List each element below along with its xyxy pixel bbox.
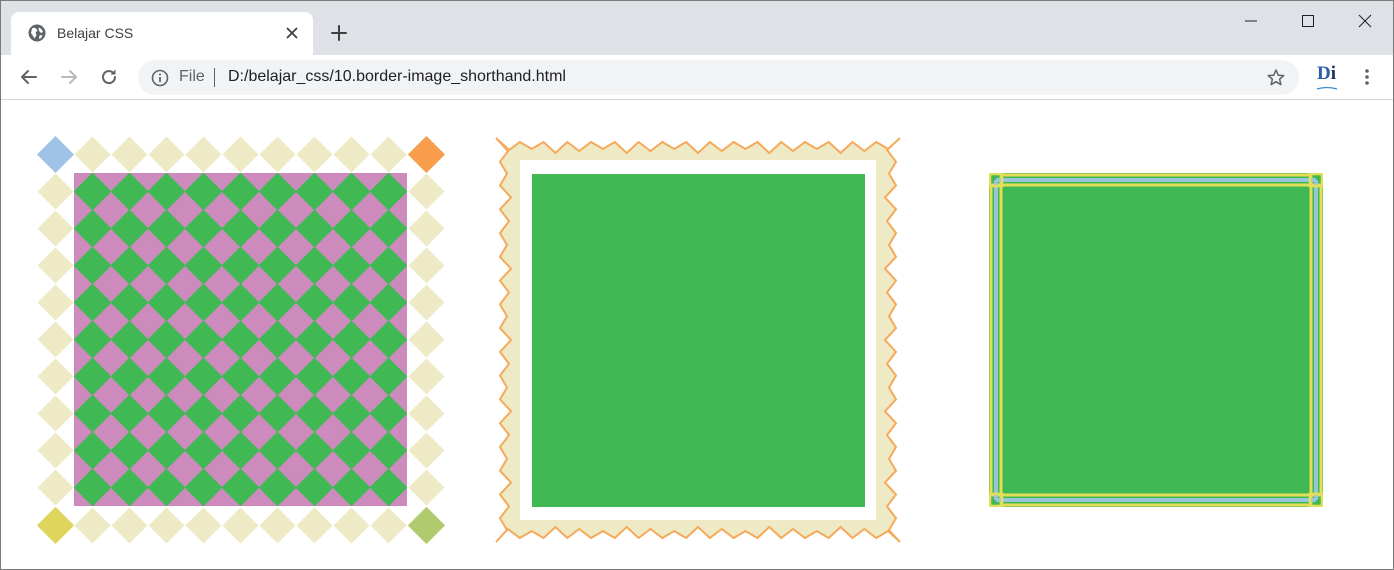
omnibox-divider	[214, 68, 215, 87]
cream-diamond	[333, 507, 370, 544]
browser-tab-active[interactable]: Belajar CSS	[11, 12, 313, 55]
cream-diamond	[111, 507, 148, 544]
cream-diamond	[74, 136, 111, 173]
cream-diamond	[296, 507, 333, 544]
tab-title: Belajar CSS	[57, 25, 134, 41]
scheme-label: File	[179, 68, 205, 85]
cream-diamond	[408, 210, 445, 247]
cream-diamond	[222, 507, 259, 544]
cream-diamond	[408, 358, 445, 395]
close-icon[interactable]	[284, 25, 300, 41]
globe-icon	[28, 24, 46, 42]
cream-diamond	[37, 173, 74, 210]
cream-diamond	[259, 136, 296, 173]
corner-diamond-bottom-right	[408, 507, 445, 544]
cream-diamond	[408, 284, 445, 321]
corner-diamond-top-left	[37, 136, 74, 173]
new-tab-button[interactable]	[328, 22, 350, 44]
cream-diamond	[148, 507, 185, 544]
cream-diamond	[408, 321, 445, 358]
cream-diamond	[148, 136, 185, 173]
browser-toolbar: File D:/belajar_css/10.border-image_shor…	[1, 55, 1393, 100]
border-image-stamp-box	[495, 137, 901, 543]
cream-diamond	[111, 136, 148, 173]
cream-diamond	[259, 507, 296, 544]
extension-underline-icon	[1316, 86, 1338, 90]
cream-diamond	[333, 136, 370, 173]
cream-diamond	[408, 395, 445, 432]
arrow-right-icon[interactable]	[58, 66, 80, 88]
border-image-diamond-box	[37, 136, 445, 544]
border-image-frame-box	[989, 173, 1323, 507]
cream-diamond	[408, 432, 445, 469]
cream-diamond	[296, 136, 333, 173]
cream-diamond	[370, 507, 407, 544]
content-fill	[74, 173, 407, 506]
reload-icon[interactable]	[98, 66, 120, 88]
cream-diamond	[408, 247, 445, 284]
cream-diamond	[37, 469, 74, 506]
content-fill	[989, 173, 1323, 507]
corner-diamond-bottom-left	[37, 507, 74, 544]
tab-strip: Belajar CSS	[1, 1, 1393, 55]
info-icon[interactable]	[151, 69, 169, 87]
cream-diamond	[37, 284, 74, 321]
cream-diamond	[185, 507, 222, 544]
cream-diamond	[74, 507, 111, 544]
star-icon[interactable]	[1266, 68, 1286, 88]
content-fill	[532, 174, 865, 507]
address-bar[interactable]: File D:/belajar_css/10.border-image_shor…	[138, 60, 1299, 95]
close-window-icon[interactable]	[1353, 9, 1377, 33]
minimize-icon[interactable]	[1239, 9, 1263, 33]
url-text[interactable]: D:/belajar_css/10.border-image_shorthand…	[228, 68, 566, 86]
corner-diamond-top-right	[408, 136, 445, 173]
cream-diamond	[222, 136, 259, 173]
cream-diamond	[37, 210, 74, 247]
three-dots-vertical-icon[interactable]	[1357, 67, 1377, 87]
cream-diamond	[37, 247, 74, 284]
page-viewport	[1, 101, 1393, 569]
cream-diamond	[37, 358, 74, 395]
cream-diamond	[37, 321, 74, 358]
cream-diamond	[408, 469, 445, 506]
cream-diamond	[37, 432, 74, 469]
cream-diamond	[408, 173, 445, 210]
arrow-left-icon[interactable]	[18, 66, 40, 88]
cream-diamond	[37, 395, 74, 432]
maximize-icon[interactable]	[1296, 9, 1320, 33]
cream-diamond	[370, 136, 407, 173]
cream-diamond	[185, 136, 222, 173]
